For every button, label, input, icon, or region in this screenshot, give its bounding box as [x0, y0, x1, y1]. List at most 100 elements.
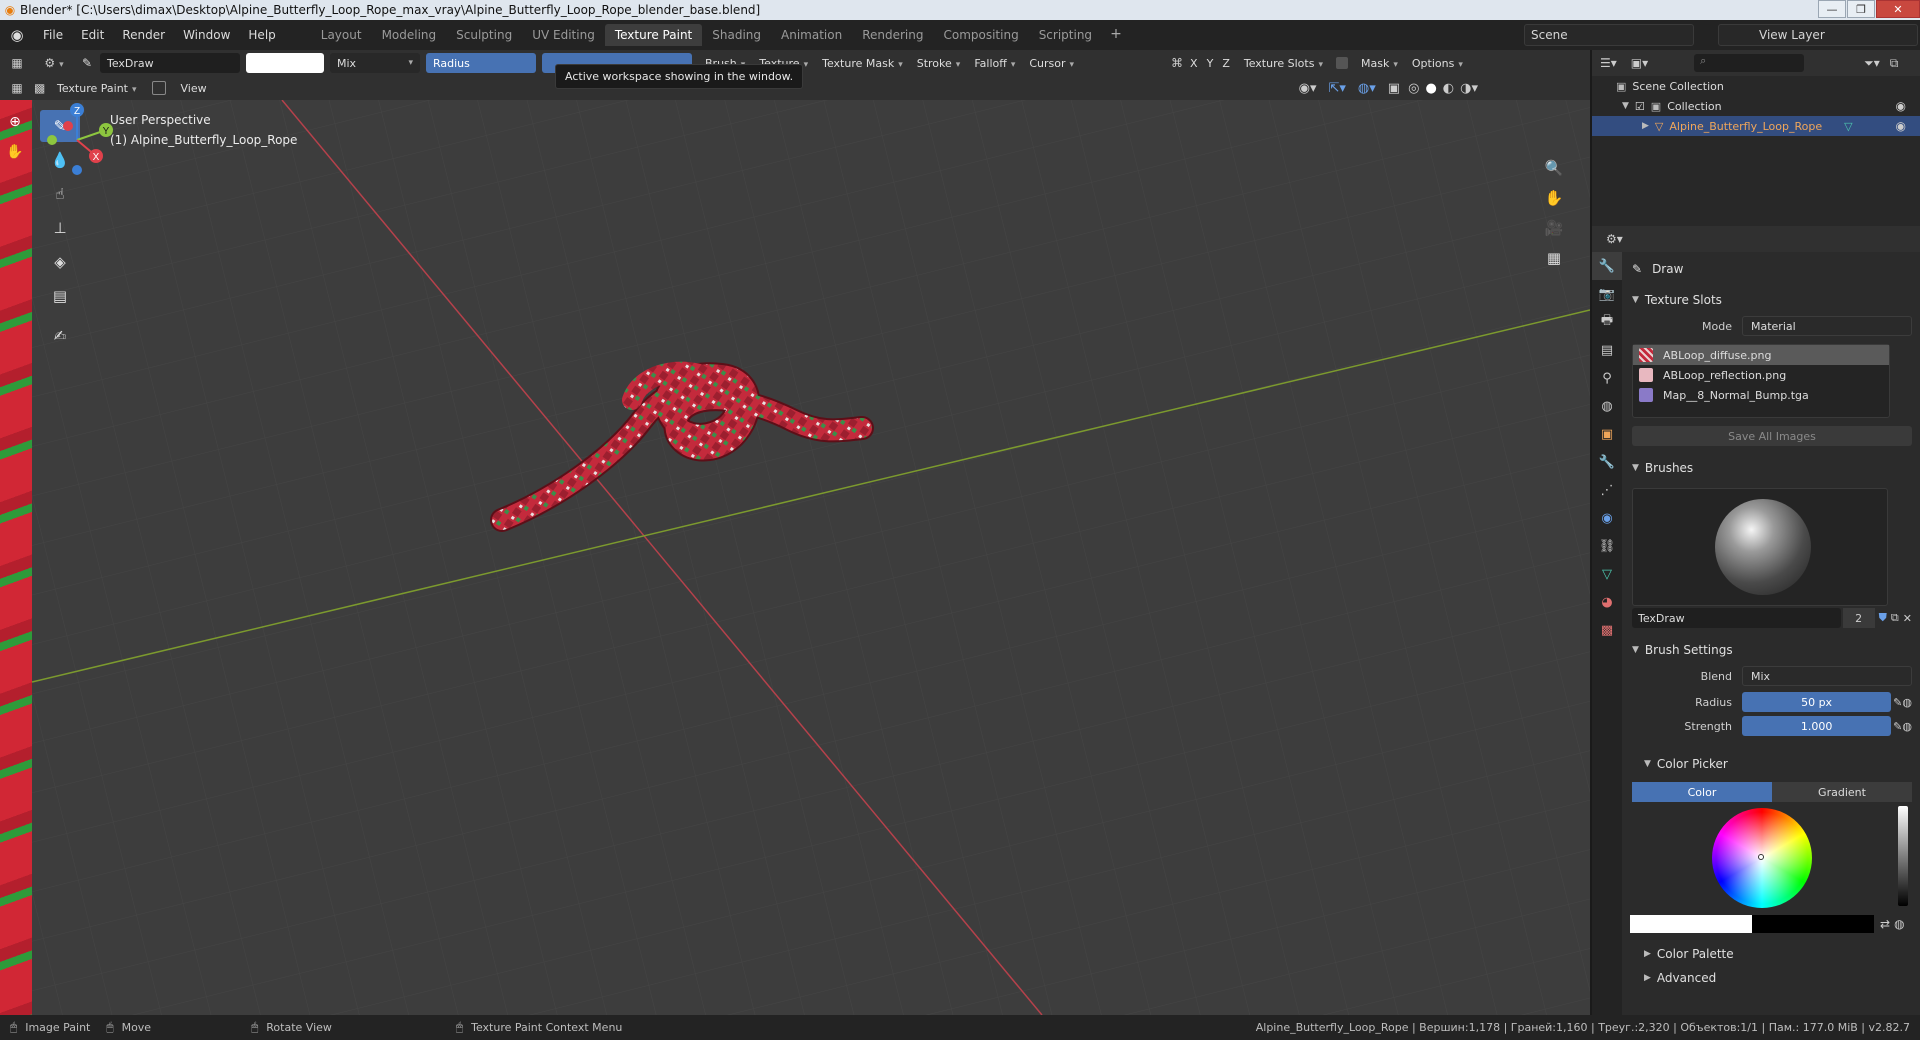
texture-mask-menu[interactable]: Texture Mask ▾: [815, 57, 910, 70]
material-shading-icon[interactable]: ◐: [1443, 81, 1454, 96]
expand-collection-icon[interactable]: ▼: [1622, 101, 1629, 111]
radius-slider[interactable]: 50 px: [1742, 692, 1892, 712]
object-tab-icon[interactable]: ▣: [1592, 420, 1622, 448]
tab-sculpting[interactable]: Sculpting: [446, 24, 522, 46]
mask-checkbox[interactable]: [1335, 57, 1348, 69]
fake-user-icon[interactable]: ⛊: [1879, 611, 1887, 625]
outliner-object-row[interactable]: ▶ ▽ Alpine_Butterfly_Loop_Rope ▽ ◉: [1592, 116, 1920, 136]
add-workspace-button[interactable]: +: [1102, 24, 1130, 46]
render-tab-icon[interactable]: 📷: [1592, 280, 1622, 308]
mode-selector[interactable]: Texture Paint ▾: [50, 82, 144, 95]
brush-preview[interactable]: [1632, 488, 1888, 606]
editor-type-icon[interactable]: ▦: [0, 56, 34, 70]
data-tab-icon[interactable]: ▽: [1592, 560, 1622, 588]
fill-tool-button[interactable]: ◈: [40, 246, 80, 278]
tab-texture-paint[interactable]: Texture Paint: [604, 24, 703, 46]
output-tab-icon[interactable]: 🖶: [1592, 308, 1622, 336]
tool-settings-icon[interactable]: ⚙ ▾: [34, 56, 74, 70]
brushes-panel-header[interactable]: ▼ Brushes: [1622, 454, 1920, 482]
axis-z-toggle[interactable]: Z: [1215, 57, 1237, 70]
ortho-toggle-icon[interactable]: ▦: [1540, 244, 1568, 272]
strength-slider[interactable]: 1.000: [1742, 716, 1892, 736]
tab-scripting[interactable]: Scripting: [1029, 24, 1102, 46]
camera-view-icon[interactable]: 🎥: [1540, 214, 1568, 242]
expand-object-icon[interactable]: ▶: [1642, 121, 1649, 131]
blend-dropdown-prop[interactable]: Mix: [1742, 666, 1912, 686]
color-palette-panel-header[interactable]: ▶ Color Palette: [1622, 940, 1920, 968]
tab-layout[interactable]: Layout: [311, 24, 372, 46]
texture-tab-icon[interactable]: ▩: [1592, 616, 1622, 644]
color-wheel-cursor[interactable]: [1758, 854, 1764, 860]
mask-menu[interactable]: Mask ▾: [1354, 57, 1405, 70]
brush-name-input[interactable]: TexDraw: [1632, 608, 1841, 628]
axis-y-toggle[interactable]: Y: [1205, 57, 1216, 70]
texture-slots-menu[interactable]: Texture Slots ▾: [1237, 57, 1330, 70]
slot-diffuse[interactable]: ABLoop_diffuse.png: [1633, 345, 1889, 365]
view-layer-tab-icon[interactable]: ▤: [1592, 336, 1622, 364]
tool-tab-icon[interactable]: 🔧: [1592, 252, 1622, 280]
constraints-tab-icon[interactable]: ⛓: [1592, 532, 1622, 560]
tab-compositing[interactable]: Compositing: [933, 24, 1028, 46]
minimize-button[interactable]: —: [1818, 0, 1846, 18]
view-menu[interactable]: View: [174, 82, 214, 95]
zoom-view-icon[interactable]: 🔍: [1540, 154, 1568, 182]
brush-users-count[interactable]: 2: [1842, 608, 1875, 628]
smear-tool-button[interactable]: ☝: [40, 178, 80, 210]
falloff-menu[interactable]: Falloff ▾: [967, 57, 1022, 70]
duplicate-brush-icon[interactable]: ⧉: [1891, 611, 1899, 625]
outliner-scene-collection[interactable]: ▣ Scene Collection: [1592, 76, 1920, 96]
maximize-button[interactable]: ❐: [1847, 0, 1875, 18]
menu-window[interactable]: Window: [174, 28, 239, 42]
menu-help[interactable]: Help: [239, 28, 284, 42]
pan-view-icon[interactable]: ✋: [1540, 184, 1568, 212]
outliner-collection[interactable]: ▼ ☑ ▣ Collection ◉: [1592, 96, 1920, 116]
brush-settings-panel-header[interactable]: ▼ Brush Settings: [1622, 636, 1920, 664]
modifier-tab-icon[interactable]: 🔧: [1592, 448, 1622, 476]
gizmo-icon[interactable]: ⇱▾: [1329, 81, 1346, 96]
menu-render[interactable]: Render: [113, 28, 174, 42]
secondary-color-swatch[interactable]: [1752, 915, 1874, 933]
new-collection-icon[interactable]: ⧉: [1890, 56, 1899, 71]
object-visibility-icon[interactable]: ◉: [1896, 119, 1906, 133]
blend-dropdown[interactable]: Mix ▾: [330, 53, 420, 73]
value-slider[interactable]: [1898, 806, 1908, 906]
color-picker-panel-header[interactable]: ▼ Color Picker: [1622, 750, 1920, 778]
brush-color-swatch[interactable]: [246, 53, 324, 73]
world-tab-icon[interactable]: ◍: [1592, 392, 1622, 420]
material-tab-icon[interactable]: ◕: [1592, 588, 1622, 616]
outliner-search-input[interactable]: ⌕: [1694, 54, 1805, 72]
menu-file[interactable]: File: [34, 28, 72, 42]
editor-type-icon-2[interactable]: ▦: [0, 81, 34, 95]
blender-menu-icon[interactable]: ◉: [0, 26, 34, 44]
display-mode-icon[interactable]: ▣▾: [1631, 56, 1648, 70]
cursor-menu[interactable]: Cursor ▾: [1022, 57, 1081, 70]
xray-icon[interactable]: ▣: [1388, 81, 1400, 96]
view-layer-selector[interactable]: View Layer: [1718, 24, 1918, 46]
axis-x-toggle[interactable]: X: [1183, 57, 1205, 70]
hand-icon[interactable]: ✋: [4, 144, 26, 166]
wireframe-shading-icon[interactable]: ◎: [1408, 81, 1419, 96]
radius-pressure-icon[interactable]: ✎◍: [1893, 696, 1912, 709]
scene-tab-icon[interactable]: ⚲: [1592, 364, 1622, 392]
collection-checkbox[interactable]: ☑: [1635, 100, 1645, 113]
brush-name-field[interactable]: TexDraw: [100, 53, 240, 73]
color-tab[interactable]: Color: [1632, 782, 1772, 802]
strength-pressure-icon[interactable]: ✎◍: [1893, 720, 1912, 733]
zoom-icon[interactable]: ⊕: [4, 114, 26, 136]
collection-visibility-icon[interactable]: ◉: [1896, 99, 1906, 113]
options-menu[interactable]: Options ▾: [1405, 57, 1470, 70]
navigation-gizmo[interactable]: Z Y X: [32, 100, 122, 180]
menu-edit[interactable]: Edit: [72, 28, 113, 42]
save-all-images-button[interactable]: Save All Images: [1632, 426, 1912, 446]
swap-colors-icon[interactable]: ⇄: [1880, 917, 1890, 931]
texture-slots-panel-header[interactable]: ▼ Texture Slots: [1622, 286, 1920, 314]
physics-tab-icon[interactable]: ◉: [1592, 504, 1622, 532]
gradient-tab[interactable]: Gradient: [1772, 782, 1912, 802]
3d-viewport[interactable]: ✎ 💧 ☝ ⊥ ◈ ▤ ✍ User Perspective (1) Alpin…: [32, 100, 1590, 1015]
tab-uv-editing[interactable]: UV Editing: [522, 24, 605, 46]
paint-mask-toggle[interactable]: [151, 81, 166, 95]
overlay-icon[interactable]: ◍▾: [1358, 81, 1376, 96]
color-pressure-icon[interactable]: ◍: [1894, 917, 1904, 931]
slot-reflection[interactable]: ABLoop_reflection.png: [1633, 365, 1889, 385]
primary-color-swatch[interactable]: [1630, 915, 1752, 933]
